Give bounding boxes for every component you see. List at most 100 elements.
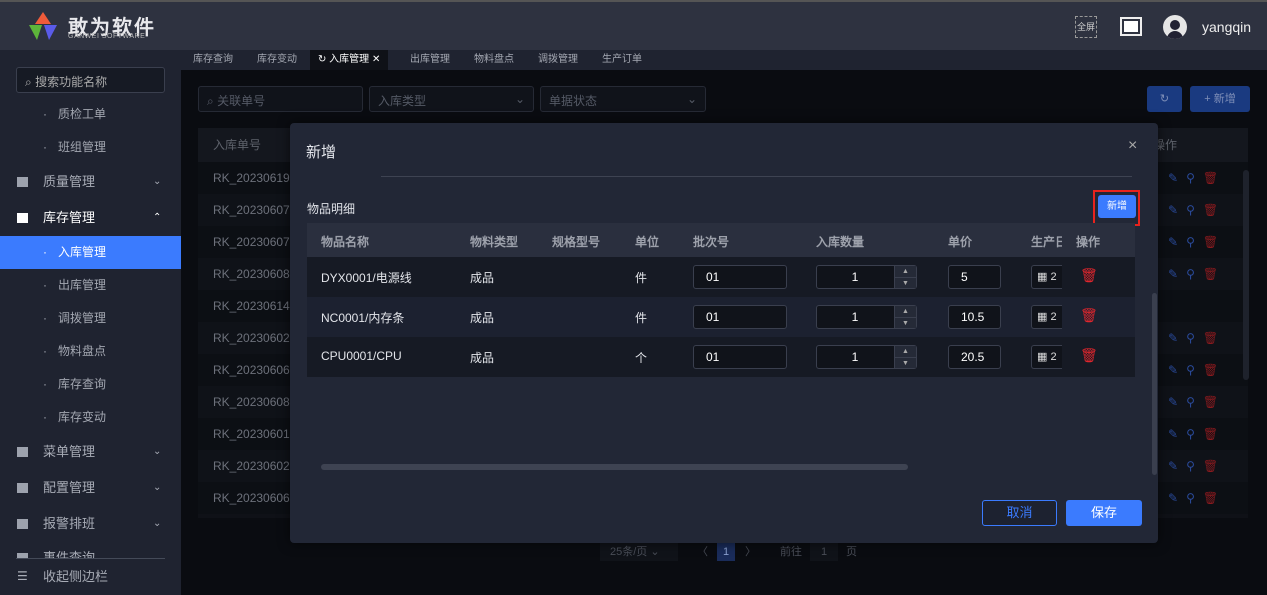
tab-stocktake[interactable]: 物料盘点 [474,50,514,70]
approve-icon[interactable]: ⚲ [1186,235,1195,249]
tab-bar: 库存查询 库存变动 ↻ 入库管理 ✕ 出库管理 物料盘点 调拨管理 生产订单 [181,50,1267,70]
sidebar-item-inbound[interactable]: · 入库管理 [0,236,181,269]
delete-icon[interactable]: 🗑 [1203,235,1218,249]
refresh-button[interactable]: ↻ [1147,86,1182,112]
related-no-input[interactable]: ⌕ 关联单号 [198,86,363,112]
delete-icon[interactable]: 🗑 [1203,427,1218,441]
delete-icon[interactable]: 🗑 [1203,363,1218,377]
page-1[interactable]: 1 [717,543,735,561]
add-button[interactable]: + 新增 [1190,86,1250,112]
quantity-stepper[interactable]: 1 ▲ ▼ [816,265,917,289]
dialog-title: 新增 [306,144,337,161]
decrement-icon[interactable]: ▼ [895,358,916,369]
goto-input[interactable]: 1 [810,543,838,561]
increment-icon[interactable]: ▲ [895,306,916,318]
prev-page-button[interactable]: 〈 [697,543,708,561]
sidebar-item-stock-query[interactable]: · 库存查询 [0,368,181,401]
tab-production-order[interactable]: 生产订单 [602,50,642,70]
approve-icon[interactable]: ⚲ [1186,171,1195,185]
quantity-stepper[interactable]: 1 ▲ ▼ [816,345,917,369]
batch-input[interactable]: 01 [693,265,787,289]
price-input[interactable]: 10.5 [948,305,1001,329]
sidebar-item-transfer[interactable]: · 调拨管理 [0,302,181,335]
doc-status-select[interactable]: 单据状态 ⌄ [540,86,706,112]
page-size-select[interactable]: 25条/页 ⌄ [600,543,678,561]
approve-icon[interactable]: ⚲ [1186,363,1195,377]
fullscreen-icon[interactable] [1120,17,1142,36]
delete-icon[interactable]: 🗑 [1203,267,1218,281]
save-button[interactable]: 保存 [1066,500,1142,526]
edit-icon[interactable]: ✎ [1168,459,1178,473]
edit-icon[interactable]: ✎ [1168,171,1178,185]
inbound-type-select[interactable]: 入库类型 ⌄ [369,86,534,112]
sidebar-item-stocktake[interactable]: · 物料盘点 [0,335,181,368]
next-page-button[interactable]: 〉 [745,543,756,561]
tab-transfer[interactable]: 调拨管理 [538,50,578,70]
fullscreen-text-button[interactable]: 全屏 [1075,16,1097,38]
menu-search-input[interactable]: ⌕ 搜索功能名称 [16,67,165,93]
approve-icon[interactable]: ⚲ [1186,427,1195,441]
delete-icon[interactable]: 🗑 [1203,331,1218,345]
edit-icon[interactable]: ✎ [1168,331,1178,345]
edit-icon[interactable]: ✎ [1168,363,1178,377]
tab-inbound[interactable]: ↻ 入库管理 ✕ [310,50,389,70]
table-scrollbar[interactable] [1243,170,1249,380]
decrement-icon[interactable]: ▼ [895,318,916,329]
edit-icon[interactable]: ✎ [1168,267,1178,281]
sidebar-item-stock-change[interactable]: · 库存变动 [0,401,181,434]
price-input[interactable]: 5 [948,265,1001,289]
edit-icon[interactable]: ✎ [1168,491,1178,505]
date-picker[interactable]: ▦ 2 [1031,345,1063,369]
quantity-stepper[interactable]: 1 ▲ ▼ [816,305,917,329]
horizontal-scrollbar[interactable] [321,464,908,470]
sidebar-item-team[interactable]: · 班组管理 [0,131,181,164]
vertical-scrollbar[interactable] [1152,293,1157,475]
approve-icon[interactable]: ⚲ [1186,203,1195,217]
approve-icon[interactable]: ⚲ [1186,395,1195,409]
price-input[interactable]: 20.5 [948,345,1001,369]
sidebar-group-alarm[interactable]: 报警排班 ⌄ [0,507,181,540]
delete-icon[interactable]: 🗑 [1203,203,1218,217]
collapse-sidebar-button[interactable]: ☰ 收起侧边栏 [0,560,181,593]
sidebar-item-quality-order[interactable]: · 质检工单 [0,98,181,131]
col-name: 物品名称 [321,235,370,249]
tab-stock-query[interactable]: 库存查询 [193,50,233,70]
delete-icon[interactable]: 🗑 [1203,395,1218,409]
approve-icon[interactable]: ⚲ [1186,459,1195,473]
approve-icon[interactable]: ⚲ [1186,331,1195,345]
sidebar-item-outbound[interactable]: · 出库管理 [0,269,181,302]
tab-stock-change[interactable]: 库存变动 [257,50,297,70]
refresh-icon[interactable]: ↻ [318,54,329,65]
delete-icon[interactable]: 🗑 [1203,491,1218,505]
date-picker[interactable]: ▦ 2 [1031,305,1063,329]
tab-outbound[interactable]: 出库管理 [410,50,450,70]
increment-icon[interactable]: ▲ [895,346,916,358]
batch-input[interactable]: 01 [693,305,787,329]
sidebar-group-config[interactable]: 配置管理 ⌄ [0,471,181,504]
delete-icon[interactable]: 🗑 [1203,459,1218,473]
delete-icon[interactable]: 🗑 [1203,171,1218,185]
delete-icon[interactable]: 🗑 [1080,307,1098,324]
edit-icon[interactable]: ✎ [1168,235,1178,249]
date-picker[interactable]: ▦ 2 [1031,265,1063,289]
edit-icon[interactable]: ✎ [1168,395,1178,409]
close-tab-icon[interactable]: ✕ [369,54,380,65]
edit-icon[interactable]: ✎ [1168,427,1178,441]
cancel-button[interactable]: 取消 [982,500,1057,526]
sidebar-group-quality[interactable]: 质量管理 ⌄ [0,165,181,198]
approve-icon[interactable]: ⚲ [1186,491,1195,505]
close-icon[interactable]: × [1128,137,1137,155]
sidebar-item-label: 库存查询 [58,377,107,391]
sidebar-group-menu[interactable]: 菜单管理 ⌄ [0,435,181,468]
avatar[interactable] [1163,15,1187,39]
sidebar-group-inventory[interactable]: 库存管理 ⌃ [0,201,181,234]
add-item-button[interactable]: 新增 [1098,195,1136,218]
increment-icon[interactable]: ▲ [895,266,916,278]
batch-input[interactable]: 01 [693,345,787,369]
decrement-icon[interactable]: ▼ [895,278,916,289]
username[interactable]: yangqin [1202,19,1251,35]
edit-icon[interactable]: ✎ [1168,203,1178,217]
approve-icon[interactable]: ⚲ [1186,267,1195,281]
delete-icon[interactable]: 🗑 [1080,267,1098,284]
delete-icon[interactable]: 🗑 [1080,347,1098,364]
